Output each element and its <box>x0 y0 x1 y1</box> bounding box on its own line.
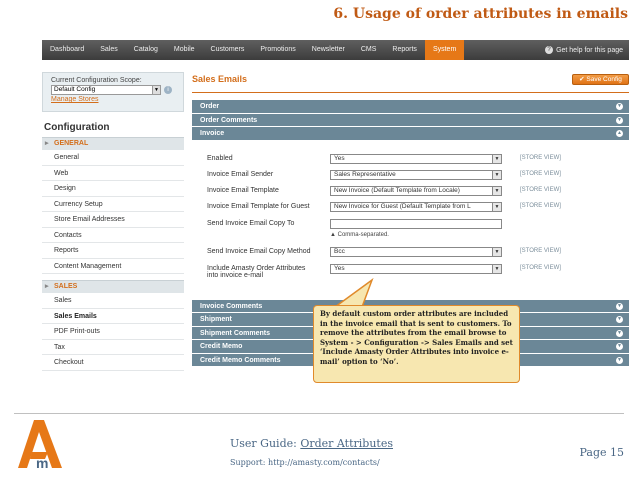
callout-note: By default custom order attributes are i… <box>313 305 520 383</box>
callout-pointer <box>332 277 374 308</box>
